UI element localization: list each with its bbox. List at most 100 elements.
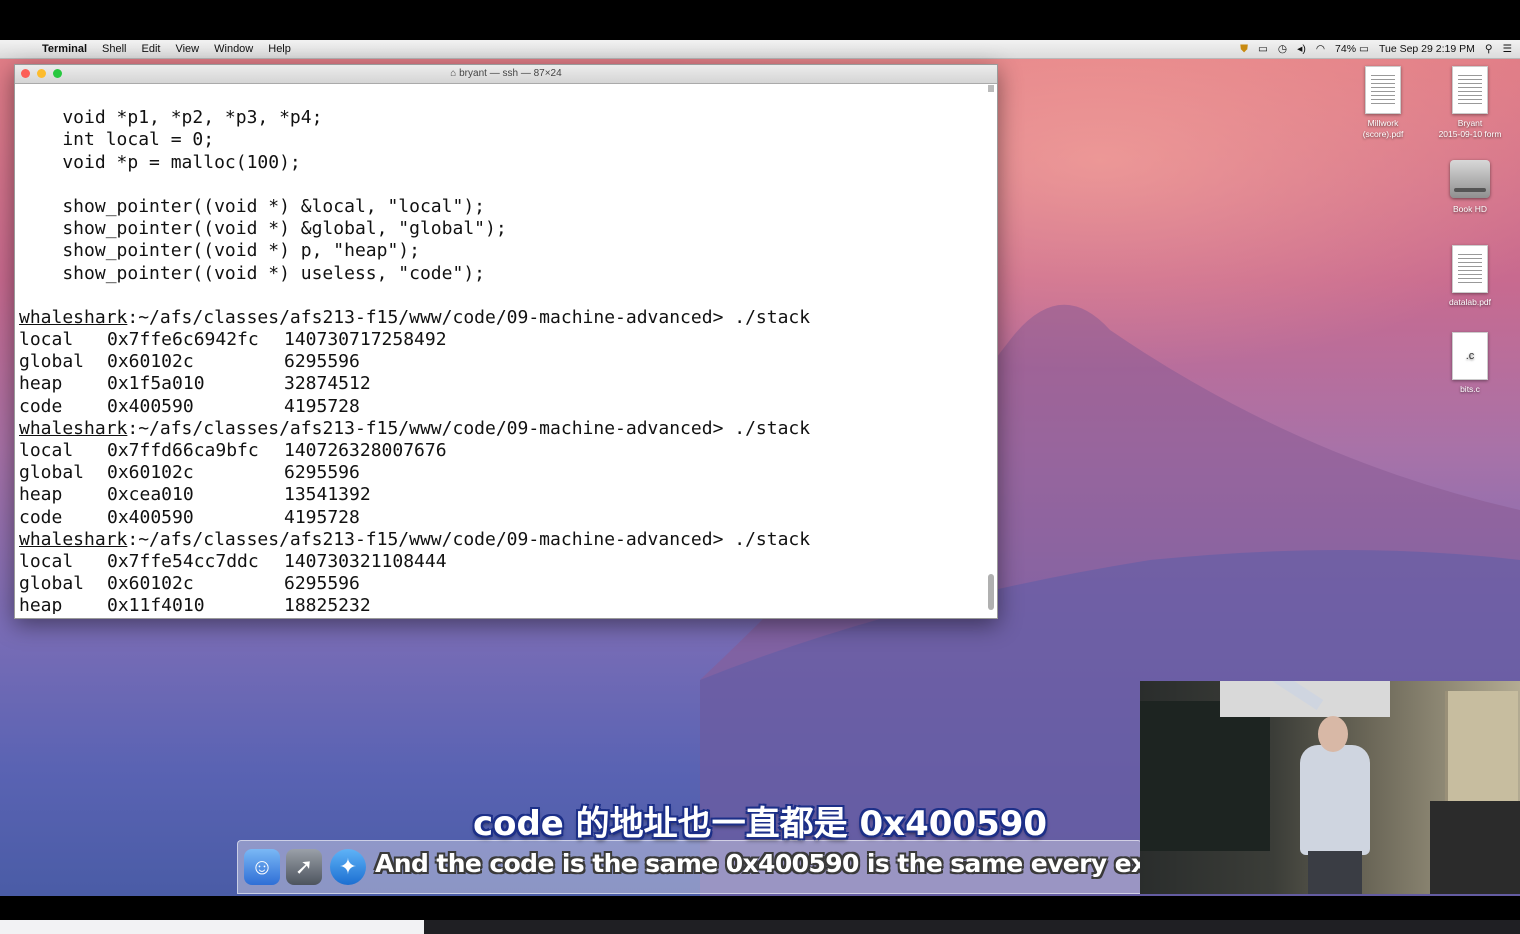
prompt-path: :~/afs/classes/afs213-f15/www/code/09-ma… xyxy=(127,417,724,439)
address-hex: 0x400590 xyxy=(107,506,194,528)
terminal-output[interactable]: void *p1, *p2, *p3, *p4; int local = 0; … xyxy=(19,85,983,614)
segment-name: local xyxy=(19,550,74,572)
battery-icon[interactable]: ▭ xyxy=(1359,43,1369,55)
output-row: local 0x7ffe6c6942fc 140730717258492 xyxy=(19,329,983,351)
prompt-line: whaleshark:~/afs/classes/afs213-f15/www/… xyxy=(19,529,983,551)
output-row: local 0x7ffe54cc7ddc 140730321108444 xyxy=(19,551,983,573)
menubar-clock[interactable]: Tue Sep 29 2:19 PM xyxy=(1379,43,1475,55)
desktop-disk-book-hd[interactable]: Book HD xyxy=(1430,160,1510,215)
pdf-document-icon xyxy=(1452,66,1488,114)
desktop-file-label: bits.c xyxy=(1460,384,1480,394)
video-top-letterbox xyxy=(0,0,1520,40)
prompt-line: whaleshark:~/afs/classes/afs213-f15/www/… xyxy=(19,418,983,440)
menu-app-terminal[interactable]: Terminal xyxy=(42,43,87,55)
spotlight-icon[interactable]: ⚲ xyxy=(1485,43,1493,55)
terminal-window[interactable]: ⌂ bryant — ssh — 87×24 void *p1, *p2, *p… xyxy=(14,64,998,619)
pdf-document-icon xyxy=(1365,66,1401,114)
output-row: global 0x60102c 6295596 xyxy=(19,351,983,373)
wifi-icon[interactable]: ◠ xyxy=(1316,43,1325,55)
minimize-button[interactable] xyxy=(37,69,46,78)
finder-icon[interactable]: ☺ xyxy=(244,849,280,885)
prompt-host: whaleshark xyxy=(19,417,128,439)
code-line: void *p1, *p2, *p3, *p4; xyxy=(19,107,323,129)
segment-name: global xyxy=(19,462,85,484)
classroom-door xyxy=(1445,691,1518,801)
terminal-titlebar[interactable]: ⌂ bryant — ssh — 87×24 xyxy=(15,65,997,84)
segment-name: heap xyxy=(19,595,63,614)
time-machine-icon[interactable]: ◷ xyxy=(1278,43,1287,55)
menu-window[interactable]: Window xyxy=(214,43,253,55)
code-line: show_pointer((void *) &global, "global")… xyxy=(19,218,507,240)
address-hex: 0x7ffe54cc7ddc xyxy=(107,550,259,572)
output-row: code 0x400590 4195728 xyxy=(19,396,983,418)
desktop-file-datalab[interactable]: datalab.pdf xyxy=(1430,245,1510,308)
terminal-title: bryant — ssh — 87×24 xyxy=(459,68,562,79)
lecturer-head xyxy=(1318,716,1348,752)
prompt-path: :~/afs/classes/afs213-f15/www/code/09-ma… xyxy=(127,528,724,550)
shield-icon[interactable]: ⛊ xyxy=(1240,43,1248,56)
code-line: void *p = malloc(100); xyxy=(19,151,301,173)
address-hex: 0x7ffd66ca9bfc xyxy=(107,440,259,462)
prompt-command: ./stack xyxy=(723,528,811,550)
close-button[interactable] xyxy=(21,69,30,78)
safari-icon[interactable]: ✦ xyxy=(330,849,366,885)
prompt-line: whaleshark:~/afs/classes/afs213-f15/www/… xyxy=(19,307,983,329)
menu-edit[interactable]: Edit xyxy=(142,43,161,55)
address-decimal: 18825232 xyxy=(284,595,371,614)
code-line: show_pointer((void *) &local, "local"); xyxy=(19,195,485,217)
segment-name: code xyxy=(19,506,63,528)
segment-name: local xyxy=(19,329,74,351)
subtitle-english: And the code is the same 0x400590 is the… xyxy=(375,849,1248,878)
menu-view[interactable]: View xyxy=(175,43,199,55)
address-decimal: 6295596 xyxy=(284,462,360,484)
c-file-icon: .c xyxy=(1452,332,1488,380)
volume-icon[interactable]: ◂) xyxy=(1297,43,1306,55)
desktop-file-millwork[interactable]: Millwork (score).pdf xyxy=(1343,66,1423,140)
c-file-badge: .c xyxy=(1465,350,1475,362)
desktop-file-bryant-form[interactable]: Bryant 2015-09-10 form xyxy=(1430,66,1510,140)
bottom-bar-light-segment xyxy=(0,920,424,934)
output-row: local 0x7ffd66ca9bfc 140726328007676 xyxy=(19,440,983,462)
video-bottom-bar xyxy=(0,920,1520,934)
lecturer-body xyxy=(1300,745,1370,855)
address-decimal: 4195728 xyxy=(284,506,360,528)
address-hex: 0x1f5a010 xyxy=(107,373,205,395)
pdf-document-icon xyxy=(1452,245,1488,293)
address-decimal: 140730321108444 xyxy=(284,550,447,572)
address-decimal: 4195728 xyxy=(284,395,360,417)
desktop-file-label: 2015-09-10 form xyxy=(1438,129,1502,139)
code-line: show_pointer((void *) p, "heap"); xyxy=(19,240,420,262)
desktop-file-bits-c[interactable]: .c bits.c xyxy=(1430,332,1510,395)
output-row: global 0x60102c 6295596 xyxy=(19,573,983,595)
airplay-icon[interactable]: ▭ xyxy=(1258,43,1268,55)
chalkboard xyxy=(1140,701,1270,851)
hard-drive-icon xyxy=(1450,160,1490,198)
address-decimal: 6295596 xyxy=(284,573,360,595)
output-row: global 0x60102c 6295596 xyxy=(19,462,983,484)
desktop-file-label: Millwork xyxy=(1367,118,1399,128)
address-hex: 0x7ffe6c6942fc xyxy=(107,329,259,351)
address-decimal: 140726328007676 xyxy=(284,440,447,462)
home-icon: ⌂ xyxy=(450,68,460,79)
segment-name: heap xyxy=(19,373,63,395)
zoom-button[interactable] xyxy=(53,69,62,78)
launchpad-icon[interactable]: ➚ xyxy=(286,849,322,885)
notification-center-icon[interactable]: ☰ xyxy=(1503,43,1512,55)
address-hex: 0x60102c xyxy=(107,573,194,595)
address-hex: 0x400590 xyxy=(107,395,194,417)
battery-percent[interactable]: 74% xyxy=(1335,43,1356,55)
lecturer-video-inset xyxy=(1140,681,1520,894)
desktop-file-label: datalab.pdf xyxy=(1448,297,1492,307)
prompt-host: whaleshark xyxy=(19,528,128,550)
stack-runs: whaleshark:~/afs/classes/afs213-f15/www/… xyxy=(19,307,983,614)
menu-shell[interactable]: Shell xyxy=(102,43,126,55)
output-row: heap 0x11f4010 18825232 xyxy=(19,595,983,614)
segment-name: global xyxy=(19,573,85,595)
segment-name: heap xyxy=(19,484,63,506)
lectern xyxy=(1430,801,1520,894)
terminal-scrollbar[interactable] xyxy=(987,85,995,614)
scroll-thumb[interactable] xyxy=(988,574,994,610)
menu-help[interactable]: Help xyxy=(268,43,291,55)
prompt-command: ./stack xyxy=(723,306,811,328)
